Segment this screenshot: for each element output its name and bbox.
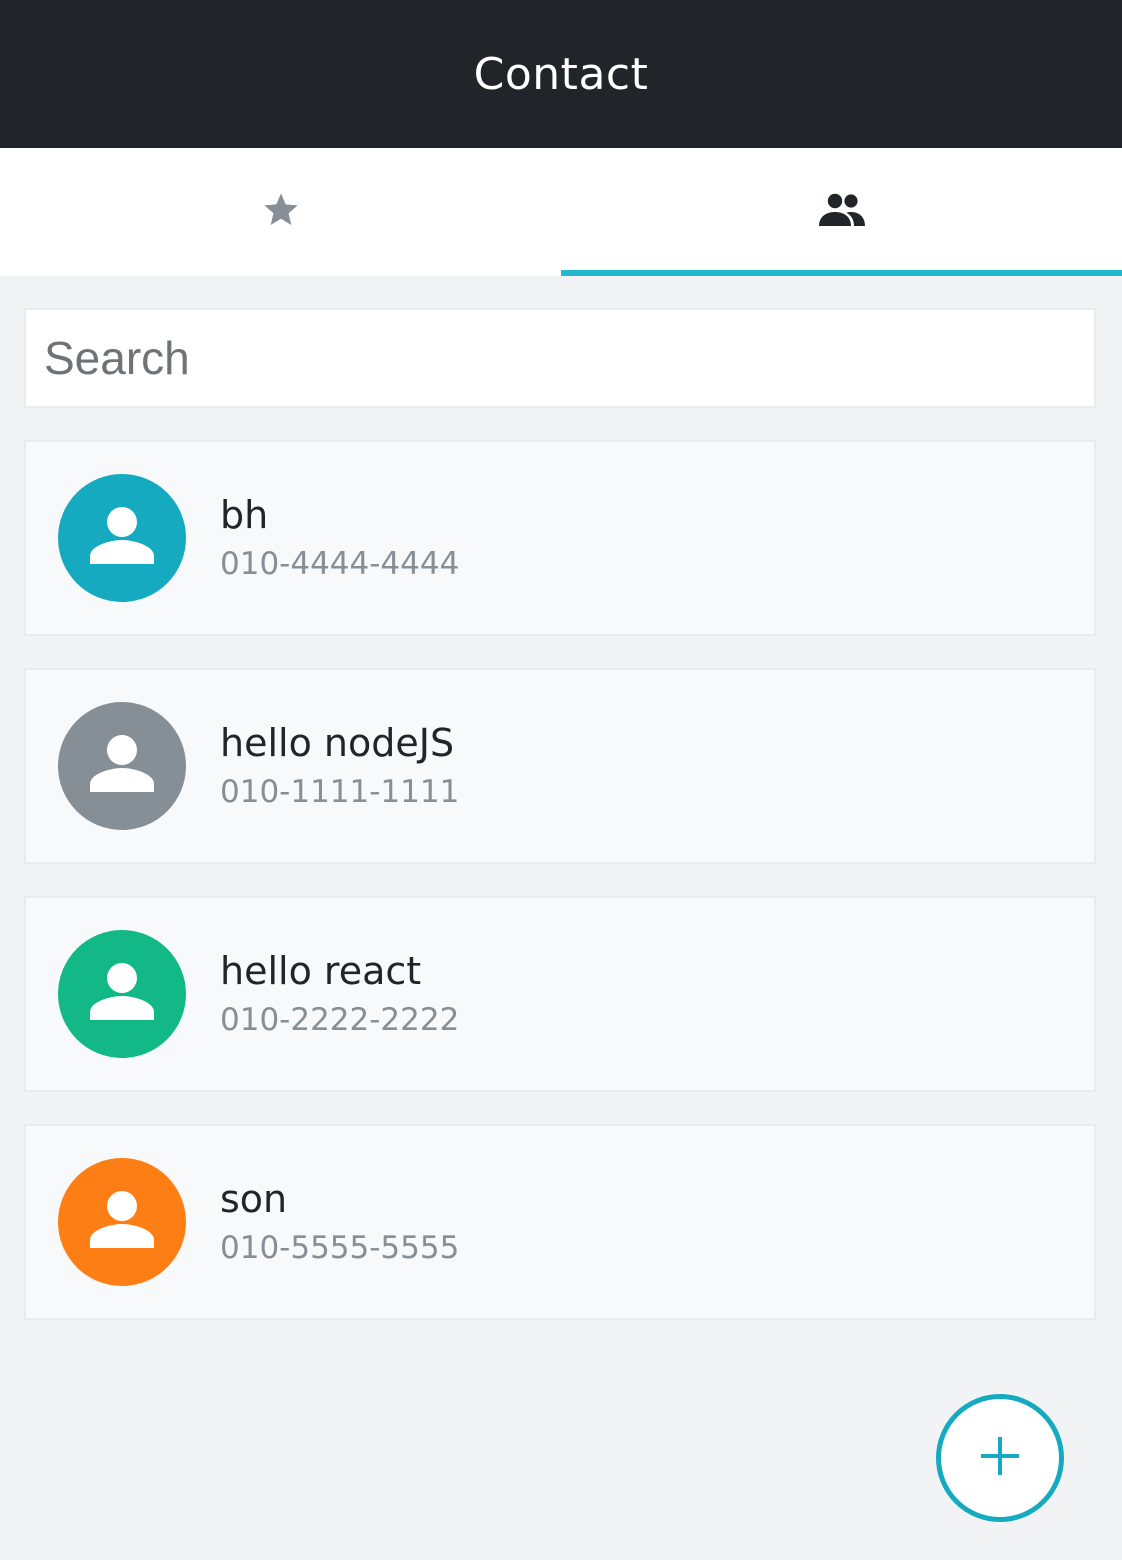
tab-bar — [0, 148, 1122, 276]
search-input[interactable] — [42, 330, 1094, 386]
person-icon — [88, 1186, 156, 1259]
avatar — [58, 930, 186, 1058]
contact-name: bh — [220, 493, 269, 538]
person-icon — [88, 730, 156, 803]
avatar — [58, 702, 186, 830]
page-title: Contact — [473, 48, 649, 100]
contact-info: bh 010-4444-4444 — [220, 493, 460, 582]
person-icon — [88, 502, 156, 575]
contact-item[interactable]: son 010-5555-5555 — [24, 1124, 1096, 1320]
avatar — [58, 1158, 186, 1286]
contact-name: son — [220, 1177, 288, 1222]
tab-favorites[interactable] — [0, 148, 561, 276]
plus-icon — [978, 1434, 1022, 1483]
contact-item[interactable]: hello nodeJS 010-1111-1111 — [24, 668, 1096, 864]
contact-item[interactable]: hello react 010-2222-2222 — [24, 896, 1096, 1092]
tab-contacts[interactable] — [561, 148, 1122, 276]
contact-name: hello nodeJS — [220, 721, 455, 766]
add-contact-button[interactable] — [936, 1394, 1064, 1522]
contact-name: hello react — [220, 949, 422, 994]
contact-phone: 010-1111-1111 — [220, 773, 460, 810]
avatar — [58, 474, 186, 602]
contact-info: son 010-5555-5555 — [220, 1177, 460, 1266]
contact-phone: 010-4444-4444 — [220, 545, 460, 582]
people-icon — [818, 192, 866, 233]
contact-info: hello nodeJS 010-1111-1111 — [220, 721, 460, 810]
contact-phone: 010-2222-2222 — [220, 1001, 460, 1038]
star-icon — [260, 190, 302, 235]
contact-item[interactable]: bh 010-4444-4444 — [24, 440, 1096, 636]
search-box — [24, 308, 1096, 408]
contact-info: hello react 010-2222-2222 — [220, 949, 460, 1038]
contact-list: bh 010-4444-4444 hello nodeJS 010-1111-1111… — [24, 440, 1096, 1352]
person-icon — [88, 958, 156, 1031]
app-header: Contact — [0, 0, 1122, 148]
contact-phone: 010-5555-5555 — [220, 1229, 460, 1266]
